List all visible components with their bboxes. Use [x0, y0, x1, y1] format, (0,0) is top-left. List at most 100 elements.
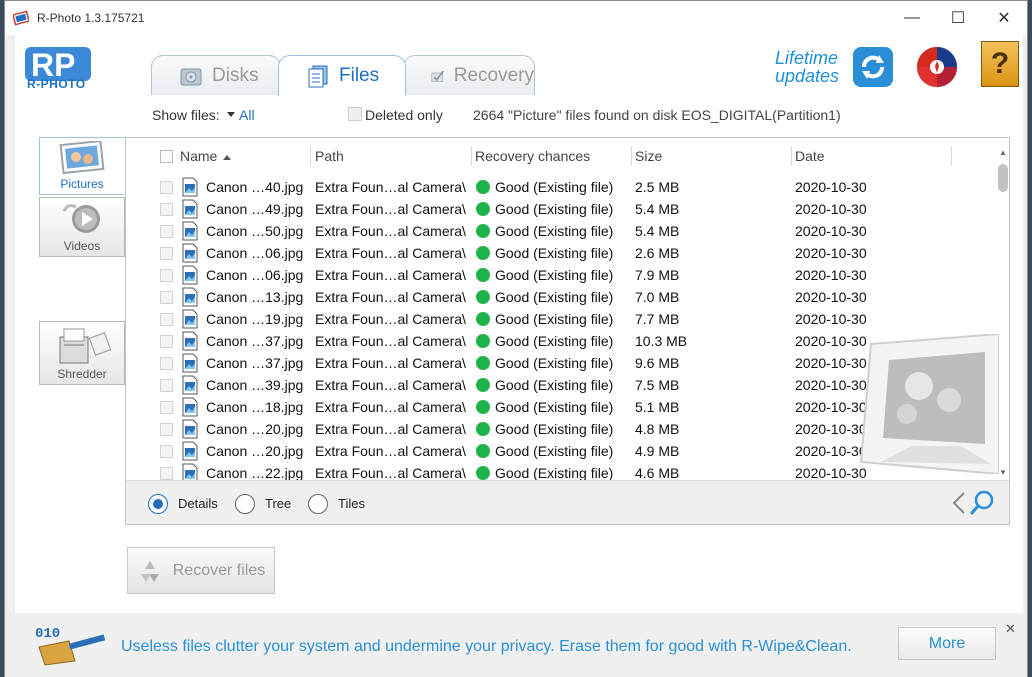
deleted-only-label[interactable]: Deleted only [365, 107, 443, 123]
table-row[interactable]: Canon …06.jpg Extra Foun…al Camera\ Good (… [126, 242, 996, 264]
search-icon[interactable] [968, 489, 996, 517]
show-files-dropdown[interactable]: All [239, 107, 255, 123]
cell-path: Extra Foun…al Camera\ [315, 201, 466, 217]
row-checkbox[interactable] [160, 357, 173, 370]
main-area: RP R-PHOTO Disks Files Recovery Lifetime… [15, 35, 1023, 613]
column-header-path[interactable]: Path [315, 148, 344, 164]
column-divider[interactable] [631, 146, 632, 166]
view-tiles-label[interactable]: Tiles [338, 496, 365, 511]
minimize-button[interactable]: — [889, 1, 935, 35]
column-divider[interactable] [791, 146, 792, 166]
tab-disks[interactable]: Disks [151, 55, 281, 95]
row-checkbox[interactable] [160, 247, 173, 260]
row-checkbox[interactable] [160, 401, 173, 414]
sidebar-item-videos[interactable]: Videos [39, 197, 125, 257]
cell-path: Extra Foun…al Camera\ [315, 355, 466, 371]
jpg-file-icon [182, 375, 198, 395]
table-row[interactable]: Canon …40.jpg Extra Foun…al Camera\ Good (… [126, 176, 996, 198]
close-banner-icon[interactable]: ✕ [1005, 621, 1016, 637]
cell-path: Extra Foun…al Camera\ [315, 465, 466, 480]
cell-path: Extra Foun…al Camera\ [315, 333, 466, 349]
help-button[interactable]: ? [981, 41, 1019, 87]
jpg-file-icon [182, 397, 198, 417]
promo-banner: 010 Useless files clutter your system an… [5, 613, 1027, 677]
column-name-label: Name [180, 148, 218, 164]
tab-recovery[interactable]: Recovery [403, 55, 535, 95]
table-row[interactable]: Canon …13.jpg Extra Foun…al Camera\ Good (… [126, 286, 996, 308]
cell-size: 4.9 MB [635, 443, 680, 459]
view-tree-label[interactable]: Tree [265, 496, 291, 511]
cell-name: Canon …18.jpg [206, 399, 304, 415]
column-divider[interactable] [471, 146, 472, 166]
view-details-radio[interactable] [148, 494, 168, 514]
table-row[interactable]: Canon …50.jpg Extra Foun…al Camera\ Good (… [126, 220, 996, 242]
column-header-size[interactable]: Size [635, 148, 662, 164]
photo-preview-frame-icon [859, 334, 999, 474]
select-all-checkbox[interactable] [160, 150, 173, 163]
cell-recovery-chance: Good (Existing file) [495, 179, 614, 195]
row-checkbox[interactable] [160, 291, 173, 304]
recover-files-button[interactable]: Recover files [127, 547, 275, 594]
language-flags-icon[interactable] [915, 45, 959, 89]
cell-path: Extra Foun…al Camera\ [315, 179, 466, 195]
table-header: Name Path Recovery chances Size Date [126, 138, 996, 174]
jpg-file-icon [182, 441, 198, 461]
app-icon [13, 10, 29, 26]
row-checkbox[interactable] [160, 181, 173, 194]
row-checkbox[interactable] [160, 423, 173, 436]
row-checkbox[interactable] [160, 225, 173, 238]
broom-binary-icon: 010 [35, 626, 106, 666]
cell-date: 2020-10-30 [795, 201, 867, 217]
cell-name: Canon …13.jpg [206, 289, 304, 305]
row-checkbox[interactable] [160, 269, 173, 282]
sidebar-item-shredder[interactable]: Shredder [39, 321, 125, 385]
close-button[interactable]: ✕ [981, 1, 1027, 35]
status-good-dot-icon [476, 466, 490, 480]
chevron-left-icon[interactable] [948, 489, 970, 517]
column-divider[interactable] [310, 146, 311, 166]
refresh-icon[interactable] [853, 47, 893, 87]
column-header-recovery-chances[interactable]: Recovery chances [475, 148, 590, 164]
status-good-dot-icon [476, 268, 490, 282]
tab-files[interactable]: Files [278, 55, 406, 96]
cell-size: 4.8 MB [635, 421, 680, 437]
video-play-icon [62, 204, 100, 233]
more-button[interactable]: More [898, 627, 996, 660]
filter-bar: Show files: All Deleted only 2664 "Pictu… [15, 97, 1023, 133]
cell-path: Extra Foun…al Camera\ [315, 289, 466, 305]
deleted-only-checkbox[interactable] [348, 107, 362, 121]
view-details-label[interactable]: Details [178, 496, 218, 511]
column-header-name[interactable]: Name [180, 148, 232, 164]
column-divider[interactable] [951, 146, 952, 166]
scroll-down-arrow-icon[interactable]: ▼ [999, 468, 1007, 477]
row-checkbox[interactable] [160, 313, 173, 326]
dropdown-arrow-icon[interactable] [227, 112, 235, 117]
cell-name: Canon …37.jpg [206, 333, 304, 349]
cell-date: 2020-10-30 [795, 179, 867, 195]
row-checkbox[interactable] [160, 379, 173, 392]
sidebar-item-pictures[interactable]: Pictures [39, 137, 125, 195]
jpg-file-icon [182, 243, 198, 263]
row-checkbox[interactable] [160, 335, 173, 348]
row-checkbox[interactable] [160, 467, 173, 480]
table-row[interactable]: Canon …49.jpg Extra Foun…al Camera\ Good (… [126, 198, 996, 220]
table-row[interactable]: Canon …06.jpg Extra Foun…al Camera\ Good (… [126, 264, 996, 286]
column-header-date[interactable]: Date [795, 148, 825, 164]
cell-recovery-chance: Good (Existing file) [495, 465, 614, 480]
view-tiles-radio[interactable] [308, 494, 328, 514]
row-checkbox[interactable] [160, 203, 173, 216]
disk-icon [180, 68, 202, 85]
jpg-file-icon [182, 199, 198, 219]
scrollbar-thumb[interactable] [998, 164, 1008, 192]
row-checkbox[interactable] [160, 445, 173, 458]
status-good-dot-icon [476, 356, 490, 370]
jpg-file-icon [182, 221, 198, 241]
maximize-button[interactable]: ☐ [935, 1, 981, 35]
cell-path: Extra Foun…al Camera\ [315, 443, 466, 459]
lifetime-updates-text[interactable]: Lifetime updates [775, 49, 839, 85]
scroll-up-arrow-icon[interactable]: ▲ [999, 148, 1007, 157]
vertical-scrollbar[interactable]: ▲ ▼ [997, 148, 1009, 480]
view-tree-radio[interactable] [235, 494, 255, 514]
recycle-icon [140, 560, 159, 582]
table-row[interactable]: Canon …19.jpg Extra Foun…al Camera\ Good (… [126, 308, 996, 330]
